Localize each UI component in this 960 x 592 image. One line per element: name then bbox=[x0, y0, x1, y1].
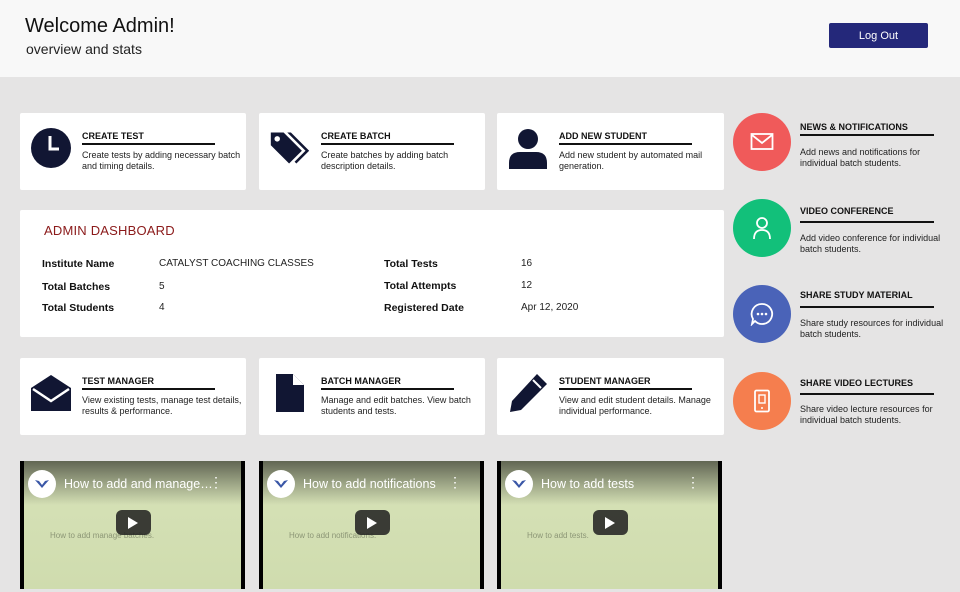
divider bbox=[800, 134, 934, 136]
file-icon bbox=[269, 372, 311, 414]
students-value: 4 bbox=[159, 302, 165, 313]
students-label: Total Students bbox=[42, 302, 115, 314]
mail-icon bbox=[733, 113, 791, 171]
channel-logo-icon[interactable] bbox=[267, 470, 295, 498]
clock-icon bbox=[30, 127, 72, 169]
sidebar-study-material-desc: Share study resources for individual bat… bbox=[800, 318, 944, 339]
envelope-icon bbox=[30, 372, 72, 414]
video-player[interactable]: How to add tests. How to add tests ⋮ bbox=[497, 461, 722, 589]
more-options-icon[interactable]: ⋮ bbox=[448, 475, 462, 489]
play-button[interactable] bbox=[592, 510, 628, 535]
create-test-card[interactable]: CREATE TEST Create tests by adding neces… bbox=[20, 113, 246, 190]
institute-value: CATALYST COACHING CLASSES bbox=[159, 258, 314, 269]
divider bbox=[321, 143, 454, 145]
test-manager-card[interactable]: TEST MANAGER View existing tests, manage… bbox=[20, 358, 246, 435]
divider bbox=[559, 388, 692, 390]
sidebar-study-material-title: SHARE STUDY MATERIAL bbox=[800, 290, 913, 300]
sidebar-news-desc: Add news and notifications for individua… bbox=[800, 147, 921, 168]
tags-icon bbox=[269, 127, 311, 169]
add-student-card[interactable]: ADD NEW STUDENT Add new student by autom… bbox=[497, 113, 724, 190]
pencil-icon bbox=[507, 372, 549, 414]
divider bbox=[800, 221, 934, 223]
batches-value: 5 bbox=[159, 281, 165, 292]
channel-logo-icon[interactable] bbox=[28, 470, 56, 498]
attempts-value: 12 bbox=[521, 280, 533, 291]
video-title[interactable]: How to add tests bbox=[541, 477, 691, 491]
person-icon bbox=[733, 199, 791, 257]
batch-manager-card[interactable]: BATCH MANAGER Manage and edit batches. V… bbox=[259, 358, 485, 435]
attempts-label: Total Attempts bbox=[384, 280, 457, 292]
batch-manager-title: BATCH MANAGER bbox=[321, 376, 401, 386]
institute-label: Institute Name bbox=[42, 258, 115, 270]
divider bbox=[559, 143, 692, 145]
batch-manager-desc: Manage and edit batches. View batch stud… bbox=[321, 395, 471, 416]
play-button[interactable] bbox=[115, 510, 151, 535]
more-options-icon[interactable]: ⋮ bbox=[209, 475, 223, 489]
logout-button[interactable]: Log Out bbox=[829, 23, 928, 48]
divider bbox=[82, 143, 215, 145]
divider bbox=[82, 388, 215, 390]
registered-value: Apr 12, 2020 bbox=[521, 302, 579, 313]
student-manager-desc: View and edit student details. Manage in… bbox=[559, 395, 711, 416]
create-batch-desc: Create batches by adding batch descripti… bbox=[321, 150, 449, 171]
create-test-desc: Create tests by adding necessary batch a… bbox=[82, 150, 241, 171]
tests-value: 16 bbox=[521, 258, 533, 269]
page-title: Welcome Admin! bbox=[25, 15, 175, 37]
divider bbox=[800, 393, 934, 395]
more-options-icon[interactable]: ⋮ bbox=[686, 475, 700, 489]
test-manager-title: TEST MANAGER bbox=[82, 376, 154, 386]
chat-icon bbox=[733, 285, 791, 343]
header: Welcome Admin! overview and stats Log Ou… bbox=[0, 0, 960, 77]
dashboard-title: ADMIN DASHBOARD bbox=[44, 223, 175, 238]
sidebar-video-conference-title: VIDEO CONFERENCE bbox=[800, 206, 894, 216]
batches-label: Total Batches bbox=[42, 281, 111, 293]
add-student-desc: Add new student by automated mail genera… bbox=[559, 150, 703, 171]
create-test-title: CREATE TEST bbox=[82, 131, 144, 141]
add-student-title: ADD NEW STUDENT bbox=[559, 131, 647, 141]
video-caption: How to add tests. bbox=[527, 531, 589, 540]
admin-dashboard: ADMIN DASHBOARD Institute Name CATALYST … bbox=[20, 210, 724, 337]
video-title[interactable]: How to add notifications bbox=[303, 477, 453, 491]
student-manager-card[interactable]: STUDENT MANAGER View and edit student de… bbox=[497, 358, 724, 435]
sidebar-video-lectures-title: SHARE VIDEO LECTURES bbox=[800, 378, 914, 388]
student-manager-title: STUDENT MANAGER bbox=[559, 376, 651, 386]
tablet-icon bbox=[733, 372, 791, 430]
sidebar-video-conference-desc: Add video conference for individual batc… bbox=[800, 233, 941, 254]
play-button[interactable] bbox=[354, 510, 390, 535]
video-player[interactable]: How to add manage batches. How to add an… bbox=[20, 461, 245, 589]
test-manager-desc: View existing tests, manage test details… bbox=[82, 395, 242, 416]
user-icon bbox=[507, 127, 549, 169]
create-batch-title: CREATE BATCH bbox=[321, 131, 391, 141]
video-title[interactable]: How to add and manage batches bbox=[64, 477, 214, 491]
sidebar-video-lectures-desc: Share video lecture resources for indivi… bbox=[800, 404, 933, 425]
channel-logo-icon[interactable] bbox=[505, 470, 533, 498]
tests-label: Total Tests bbox=[384, 258, 438, 270]
sidebar-news-title: NEWS & NOTIFICATIONS bbox=[800, 122, 908, 132]
video-player[interactable]: How to add notifications. How to add not… bbox=[259, 461, 484, 589]
divider bbox=[321, 388, 454, 390]
create-batch-card[interactable]: CREATE BATCH Create batches by adding ba… bbox=[259, 113, 485, 190]
divider bbox=[800, 306, 934, 308]
page-subtitle: overview and stats bbox=[26, 41, 142, 57]
registered-label: Registered Date bbox=[384, 302, 464, 314]
